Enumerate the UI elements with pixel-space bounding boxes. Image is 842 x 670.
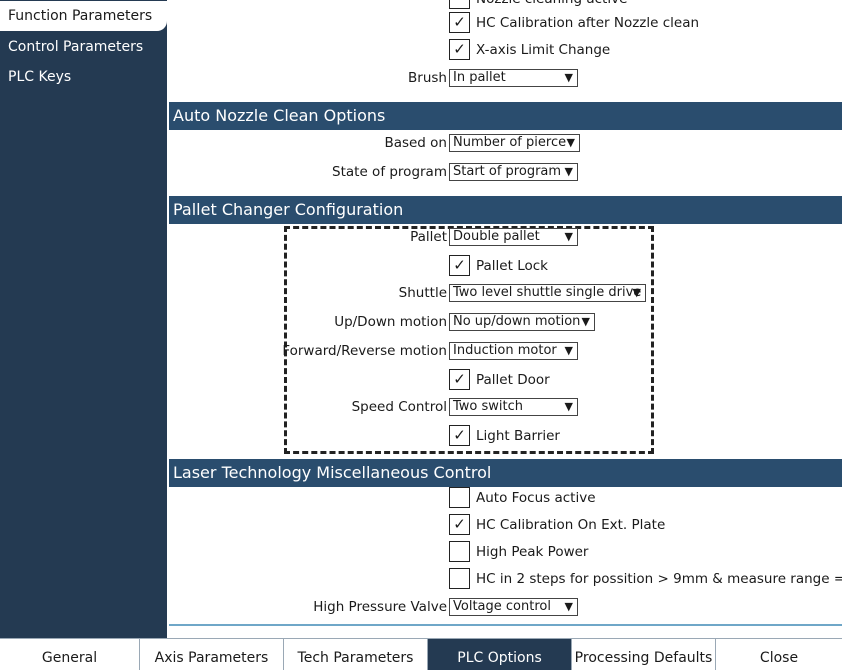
x-axis-limit-label: X-axis Limit Change <box>476 42 611 58</box>
up-down-motion-value: No up/down motion <box>453 314 581 329</box>
chevron-down-icon: ▼ <box>564 344 573 357</box>
auto-focus-checkbox[interactable] <box>449 487 470 508</box>
laser-misc-header: Laser Technology Miscellaneous Control <box>169 459 842 487</box>
tab-general[interactable]: General <box>0 639 140 670</box>
speed-control-value: Two switch <box>453 399 524 414</box>
x-axis-limit-checkbox[interactable]: ✓ <box>449 39 470 60</box>
pallet-door-label: Pallet Door <box>476 372 550 388</box>
content-bottom-divider <box>169 624 842 626</box>
nozzle-cleaning-label: Nozzle cleaning active <box>476 0 627 8</box>
high-pressure-valve-select[interactable]: Voltage control ▼ <box>449 598 578 616</box>
bottom-tab-bar: General Axis Parameters Tech Parameters … <box>0 638 842 670</box>
tab-tech-parameters[interactable]: Tech Parameters <box>284 639 428 670</box>
shuttle-value: Two level shuttle single drive <box>453 285 642 300</box>
pallet-lock-label: Pallet Lock <box>476 258 548 274</box>
chevron-down-icon: ▼ <box>564 230 573 243</box>
pallet-value: Double pallet <box>453 229 540 244</box>
light-barrier-label: Light Barrier <box>476 428 560 444</box>
pallet-door-checkbox[interactable]: ✓ <box>449 369 470 390</box>
chevron-down-icon: ▼ <box>564 165 573 178</box>
hc-calibration-nozzle-label: HC Calibration after Nozzle clean <box>476 15 700 31</box>
auto-focus-label: Auto Focus active <box>476 490 596 506</box>
close-button[interactable]: Close <box>716 639 842 670</box>
forward-reverse-motion-select[interactable]: Induction motor ▼ <box>449 342 578 360</box>
state-of-program-label: State of program <box>332 164 447 180</box>
forward-reverse-motion-label: Forward/Reverse motion <box>282 343 447 359</box>
tab-processing-defaults[interactable]: Processing Defaults <box>572 639 716 670</box>
state-of-program-value: Start of program <box>453 164 562 179</box>
main-panel: Nozzle cleaning active ✓ HC Calibration … <box>167 0 842 638</box>
tab-plc-options[interactable]: PLC Options <box>428 639 572 670</box>
auto-nozzle-header: Auto Nozzle Clean Options <box>169 102 842 130</box>
speed-control-label: Speed Control <box>351 399 447 415</box>
pallet-lock-checkbox[interactable]: ✓ <box>449 255 470 276</box>
high-pressure-valve-label: High Pressure Valve <box>313 599 447 615</box>
chevron-down-icon: ▼ <box>564 600 573 613</box>
chevron-down-icon: ▼ <box>564 400 573 413</box>
chevron-down-icon: ▼ <box>564 71 573 84</box>
state-of-program-select[interactable]: Start of program ▼ <box>449 163 578 181</box>
chevron-down-icon: ▼ <box>632 286 641 299</box>
tab-axis-parameters[interactable]: Axis Parameters <box>140 639 284 670</box>
high-peak-power-label: High Peak Power <box>476 544 589 560</box>
sidebar-item-plc-keys[interactable]: PLC Keys <box>0 62 71 92</box>
brush-value: In pallet <box>453 70 506 85</box>
hc-calibration-nozzle-checkbox[interactable]: ✓ <box>449 12 470 33</box>
based-on-select[interactable]: Number of pierce ▼ <box>449 134 580 152</box>
speed-control-select[interactable]: Two switch ▼ <box>449 398 578 416</box>
hc-ext-plate-label: HC Calibration On Ext. Plate <box>476 517 666 533</box>
hc-two-steps-label: HC in 2 steps for possition > 9mm & meas… <box>476 571 842 587</box>
high-pressure-valve-value: Voltage control <box>453 599 551 614</box>
pallet-label: Pallet <box>410 229 447 245</box>
shuttle-label: Shuttle <box>398 285 447 301</box>
high-peak-power-checkbox[interactable] <box>449 541 470 562</box>
sidebar: Function Parameters Control Parameters P… <box>0 0 167 638</box>
brush-label: Brush <box>408 70 447 86</box>
brush-select[interactable]: In pallet ▼ <box>449 69 578 87</box>
hc-two-steps-checkbox[interactable] <box>449 568 470 589</box>
sidebar-item-function-parameters[interactable]: Function Parameters <box>0 1 167 31</box>
sidebar-item-control-parameters[interactable]: Control Parameters <box>0 32 143 62</box>
pallet-changer-header: Pallet Changer Configuration <box>169 196 842 224</box>
pallet-select[interactable]: Double pallet ▼ <box>449 228 578 246</box>
up-down-motion-label: Up/Down motion <box>334 314 447 330</box>
based-on-label: Based on <box>384 135 447 151</box>
forward-reverse-motion-value: Induction motor <box>453 343 557 358</box>
light-barrier-checkbox[interactable]: ✓ <box>449 425 470 446</box>
chevron-down-icon: ▼ <box>581 315 590 328</box>
based-on-value: Number of pierce <box>453 135 567 150</box>
hc-ext-plate-checkbox[interactable]: ✓ <box>449 514 470 535</box>
chevron-down-icon: ▼ <box>566 136 575 149</box>
shuttle-select[interactable]: Two level shuttle single drive ▼ <box>449 284 646 302</box>
nozzle-cleaning-checkbox[interactable] <box>449 0 470 9</box>
up-down-motion-select[interactable]: No up/down motion ▼ <box>449 313 595 331</box>
